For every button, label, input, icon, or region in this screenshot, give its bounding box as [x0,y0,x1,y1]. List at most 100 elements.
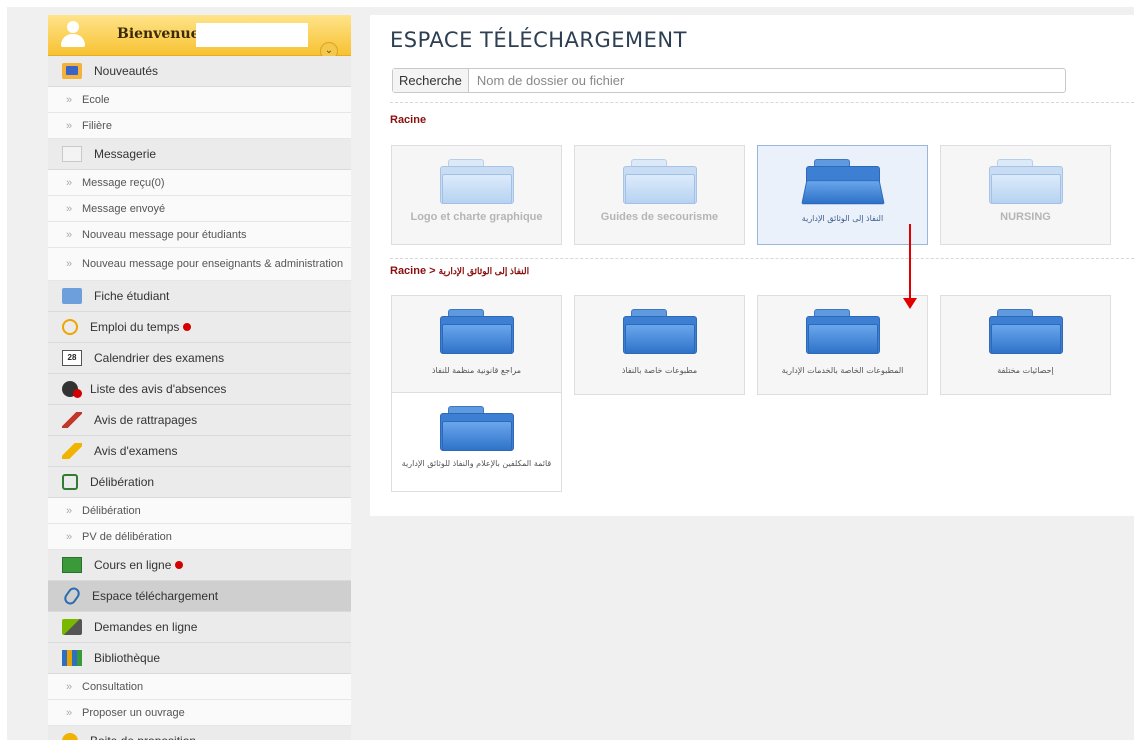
sidebar-subitem-label: PV de délibération [82,530,172,543]
folder-tile[interactable]: Guides de secourisme [574,145,745,245]
notification-dot-icon [175,561,184,569]
folder-icon [805,309,880,354]
breadcrumb-root-link[interactable]: Racine [390,265,426,277]
sidebar-item-label: Demandes en ligne [94,620,198,634]
sidebar-item-emploi-du-temps[interactable]: Emploi du temps [48,312,351,343]
sidebar-subitem-label: Proposer un ouvrage [82,706,185,719]
breadcrumb-root-label[interactable]: Racine [390,114,426,126]
sidebar-item-nouveautes[interactable]: Nouveautés [48,56,351,87]
sidebar-item-avis-d-examens[interactable]: Avis d'examens [48,436,351,467]
sidebar-item-demandes-en-ligne[interactable]: Demandes en ligne [48,612,351,643]
folder-label: مراجع قانونية منظمة للنفاذ [431,366,522,375]
sidebar-item-espace-telechargement[interactable]: Espace téléchargement [48,581,351,612]
paperclip-icon [61,585,83,607]
abc-board-icon [62,557,82,573]
sidebar-subitem-proposer-un-ouvrage[interactable]: » Proposer un ouvrage [48,700,351,726]
user-avatar-icon [60,21,86,49]
folder-tile[interactable]: مطبوعات خاصة بالنفاذ [574,295,745,395]
sidebar-item-label: Espace téléchargement [92,589,219,603]
pencil-yellow-icon [62,443,82,459]
chevron-right-icon: » [66,228,73,241]
chevron-right-icon: » [66,202,73,215]
folder-tile[interactable]: NURSING [940,145,1111,245]
sidebar-item-cours-en-ligne[interactable]: Cours en ligne [48,550,351,581]
sidebar-subitem-pv-de-deliberation[interactable]: » PV de délibération [48,524,351,550]
folder-label: المطبوعات الخاصة بالخدمات الإدارية [781,366,904,375]
folder-icon [439,159,514,204]
sidebar-subitem-label: Nouveau message pour enseignants & admin… [82,257,344,270]
news-icon [62,63,82,79]
main-panel: ESPACE TÉLÉCHARGEMENT Recherche Racine L… [370,15,1134,516]
sidebar-subitem-label: Filière [82,119,112,132]
chevron-right-icon: » [66,119,73,132]
divider [390,102,1134,103]
sidebar-subitem-consultation[interactable]: » Consultation [48,674,351,700]
folder-tile[interactable]: إحصائيات مختلفة [940,295,1111,395]
sidebar-item-label: Messagerie [94,147,157,161]
sidebar-item-label: Calendrier des examens [94,351,225,365]
folder-icon [988,159,1063,204]
folder-tile[interactable]: مراجع قانونية منظمة للنفاذ [391,295,562,395]
sidebar-item-label: Avis d'examens [94,444,178,458]
sidebar-subitem-nouveau-message-pour-enseignants-administration[interactable]: » Nouveau message pour enseignants & admi… [48,248,351,281]
sidebar-item-avis-de-rattrapages[interactable]: Avis de rattrapages [48,405,351,436]
sidebar-subitem-message-envoye[interactable]: » Message envoyé [48,196,351,222]
sidebar-subitem-nouveau-message-pour-etudiants[interactable]: » Nouveau message pour étudiants [48,222,351,248]
sidebar-item-label: Boite de proposition [90,734,196,740]
annotation-arrow-line [909,224,911,299]
clock-icon [62,319,78,335]
folder-label: مطبوعات خاصة بالنفاذ [621,366,698,375]
sidebar-item-bibliotheque[interactable]: Bibliothèque [48,643,351,674]
sidebar-subitem-label: Ecole [82,93,110,106]
folder-label: NURSING [1000,211,1051,223]
calendar-icon: 28 [62,350,82,366]
books-icon [62,650,82,666]
folder-icon [622,309,697,354]
breadcrumb-separator: > [429,265,436,277]
sidebar-item-boite-de-proposition[interactable]: Boite de proposition [48,726,351,740]
folder-label: النفاذ إلى الوثائق الإدارية [801,214,884,223]
sidebar-subitem-label: Consultation [82,680,144,693]
sidebar-item-label: Bibliothèque [94,651,161,665]
folder-tile[interactable]: Logo et charte graphique [391,145,562,245]
search-bar: Recherche [392,68,1066,93]
sidebar-item-messagerie[interactable]: Messagerie [48,139,351,170]
sidebar-subitem-deliberation[interactable]: » Délibération [48,498,351,524]
sidebar-subitem-label: Délibération [82,504,141,517]
sidebar-item-calendrier-des-examens[interactable]: 28 Calendrier des examens [48,343,351,374]
folder-label: Guides de secourisme [600,211,719,223]
sidebar-item-liste-des-avis-d-absences[interactable]: Liste des avis d'absences [48,374,351,405]
folder-label: قائمة المكلفين بالإعلام والنفاذ للوثائق … [401,459,552,468]
pencil-red-icon [62,412,82,428]
sidebar-item-label: Délibération [90,475,155,489]
sidebar-subitem-message-recu-0[interactable]: » Message reçu(0) [48,170,351,196]
folder-label: Logo et charte graphique [410,211,543,223]
deliberation-icon [62,474,78,490]
breadcrumb-root[interactable]: Racine [390,114,426,126]
annotation-arrow-head-icon [903,298,917,309]
folder-open-icon [800,159,885,205]
sidebar-item-label: Liste des avis d'absences [90,382,227,396]
sidebar: Bienvenue ⌄ Nouveautés » Ecole » Filière Mess… [48,15,351,740]
sidebar-subitem-filiere[interactable]: » Filière [48,113,351,139]
folder-tile[interactable]: قائمة المكلفين بالإعلام والنفاذ للوثائق … [391,392,562,492]
absence-icon [62,381,82,398]
folder-tile[interactable]: النفاذ إلى الوثائق الإدارية [757,145,928,245]
chevron-right-icon: » [66,680,73,693]
breadcrumb: Racine > النفاذ إلى الوثائق الإدارية [390,265,529,277]
sidebar-subitem-label: Message reçu(0) [82,176,165,189]
folder-tile[interactable]: المطبوعات الخاصة بالخدمات الإدارية [757,295,928,395]
sidebar-subitem-ecole[interactable]: » Ecole [48,87,351,113]
chevron-right-icon: » [66,176,73,189]
notification-dot-icon [183,323,192,331]
sidebar-item-label: Fiche étudiant [94,289,170,303]
sidebar-item-fiche-etudiant[interactable]: Fiche étudiant [48,281,351,312]
sidebar-item-deliberation[interactable]: Délibération [48,467,351,498]
sidebar-menu: Nouveautés » Ecole » Filière Messagerie » Messa… [48,56,351,740]
folder-icon [622,159,697,204]
envelope-icon [62,146,82,162]
welcome-header: Bienvenue ⌄ [48,15,351,60]
search-input[interactable] [468,69,1065,92]
chevron-right-icon: » [66,504,73,517]
folder-label: إحصائيات مختلفة [997,366,1054,375]
